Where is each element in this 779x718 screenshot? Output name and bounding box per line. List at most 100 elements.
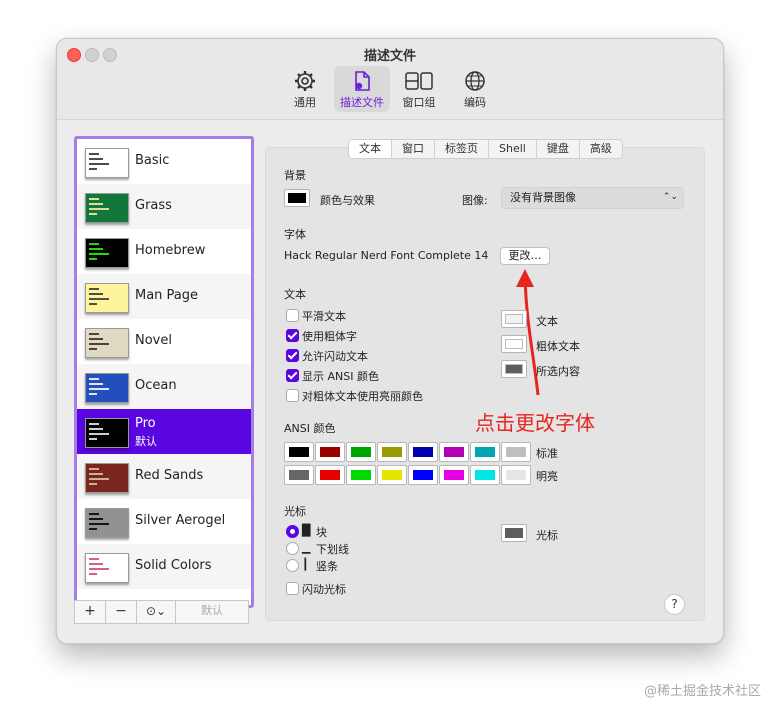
annotation-text: 点击更改字体 [475, 411, 595, 435]
profile-item[interactable]: Basic [77, 139, 251, 184]
text-option-label: 平滑文本 [302, 310, 346, 323]
ansi-normal-color-well[interactable] [377, 442, 407, 462]
remove-profile-button[interactable]: − [105, 600, 137, 624]
gear-icon [295, 71, 315, 91]
ansi-bright-color-well[interactable] [346, 465, 376, 485]
text-color-label: 文本 [536, 315, 558, 328]
profile-item[interactable]: Red Sands [77, 454, 251, 499]
cursor-style-radio[interactable] [286, 525, 299, 538]
tab-shell[interactable]: Shell [489, 140, 537, 158]
profile-thumbnail [85, 148, 129, 178]
thumbnail-bar [89, 428, 103, 430]
profile-item[interactable]: Homebrew [77, 229, 251, 274]
ansi-bright-color-well[interactable] [284, 465, 314, 485]
blink-cursor-checkbox[interactable] [286, 582, 299, 595]
thumbnail-bar [89, 303, 97, 305]
tab-window[interactable]: 窗口 [392, 140, 435, 158]
profile-name: Silver Aerogel [135, 513, 226, 528]
color-swatch [444, 470, 464, 480]
thumbnail-bar [89, 203, 103, 205]
text-color-well[interactable] [501, 310, 527, 328]
ansi-normal-color-well[interactable] [501, 442, 531, 462]
profile-item[interactable]: Novel [77, 319, 251, 364]
background-color-well[interactable] [284, 189, 310, 207]
ansi-bright-color-well[interactable] [377, 465, 407, 485]
text-option-checkbox[interactable] [286, 349, 299, 362]
text-option-checkbox[interactable] [286, 329, 299, 342]
cursor-style-radio[interactable] [286, 542, 299, 555]
thumbnail-bar [89, 573, 97, 575]
profile-item[interactable]: Silver Aerogel [77, 499, 251, 544]
toolbar-general[interactable]: 通用 [277, 66, 333, 112]
ansi-normal-color-well[interactable] [284, 442, 314, 462]
color-swatch [506, 447, 526, 457]
thumbnail-bar [89, 343, 109, 345]
thumbnail-bar [89, 213, 97, 215]
ansi-bright-color-well[interactable] [501, 465, 531, 485]
ansi-bright-color-well[interactable] [439, 465, 469, 485]
thumbnail-bar [89, 568, 109, 570]
profile-thumbnail [85, 373, 129, 403]
profile-item[interactable]: Grass [77, 184, 251, 229]
add-profile-button[interactable]: + [74, 600, 106, 624]
profile-item[interactable]: Pro 默认 [77, 409, 251, 454]
text-option-checkbox[interactable] [286, 369, 299, 382]
ansi-normal-color-well[interactable] [408, 442, 438, 462]
thumbnail-bar [89, 468, 99, 470]
profile-thumbnail [85, 238, 129, 268]
tab-text[interactable]: 文本 [349, 140, 392, 158]
cursor-style-label: 块 [316, 526, 327, 539]
text-color-well[interactable] [501, 335, 527, 353]
ansi-normal-color-well[interactable] [439, 442, 469, 462]
watermark: @稀土掘金技术社区 [643, 684, 761, 699]
profile-thumbnail [85, 508, 129, 538]
toolbar-encodings[interactable]: 编码 [447, 66, 503, 112]
thumbnail-bar [89, 433, 109, 435]
thumbnail-bar [89, 298, 109, 300]
ansi-normal-color-well[interactable] [470, 442, 500, 462]
globe-icon [465, 71, 485, 91]
cursor-heading: 光标 [284, 505, 306, 518]
profile-item[interactable]: Ocean [77, 364, 251, 409]
tab-keyboard[interactable]: 键盘 [537, 140, 580, 158]
profile-actions-menu-button[interactable]: ⊙⌄ [136, 600, 176, 624]
ansi-normal-color-well[interactable] [315, 442, 345, 462]
profile-item[interactable]: Man Page [77, 274, 251, 319]
cursor-color-well[interactable] [501, 524, 527, 542]
tab-tab[interactable]: 标签页 [435, 140, 489, 158]
profile-item[interactable]: Solid Colors [77, 544, 251, 589]
profile-name: Red Sands [135, 468, 204, 483]
help-button[interactable]: ? [664, 594, 685, 615]
text-option-checkbox[interactable] [286, 309, 299, 322]
change-font-button[interactable]: 更改… [500, 247, 550, 265]
toolbar-profiles[interactable]: 描述文件 [334, 66, 390, 112]
text-color-well[interactable] [501, 360, 527, 378]
tab-advanced[interactable]: 高级 [580, 140, 622, 158]
color-swatch [289, 470, 309, 480]
ansi-bright-color-well[interactable] [470, 465, 500, 485]
background-image-select[interactable]: 没有背景图像 ⌃⌄ [501, 187, 684, 209]
color-swatch [505, 528, 523, 538]
profile-name: Homebrew [135, 243, 206, 258]
text-color-label: 所选内容 [536, 365, 580, 378]
text-color-label: 粗体文本 [536, 340, 580, 353]
profile-thumbnail [85, 193, 129, 223]
text-option-checkbox[interactable] [286, 389, 299, 402]
thumbnail-bar [89, 293, 103, 295]
ansi-normal-color-well[interactable] [346, 442, 376, 462]
thumbnail-bar [89, 243, 99, 245]
color-effects-label: 颜色与效果 [320, 194, 375, 207]
thumbnail-bar [89, 473, 103, 475]
color-swatch [444, 447, 464, 457]
profile-thumbnail [85, 553, 129, 583]
ansi-bright-color-well[interactable] [408, 465, 438, 485]
cursor-style-radio[interactable] [286, 559, 299, 572]
color-swatch [351, 470, 371, 480]
ansi-bright-color-well[interactable] [315, 465, 345, 485]
toolbar-general-label: 通用 [294, 96, 316, 109]
toolbar-window-groups[interactable]: 窗口组 [391, 66, 447, 112]
text-option-label: 显示 ANSI 颜色 [302, 370, 379, 383]
background-heading: 背景 [284, 169, 306, 182]
color-swatch [289, 447, 309, 457]
toolbar-encodings-label: 编码 [464, 96, 486, 109]
